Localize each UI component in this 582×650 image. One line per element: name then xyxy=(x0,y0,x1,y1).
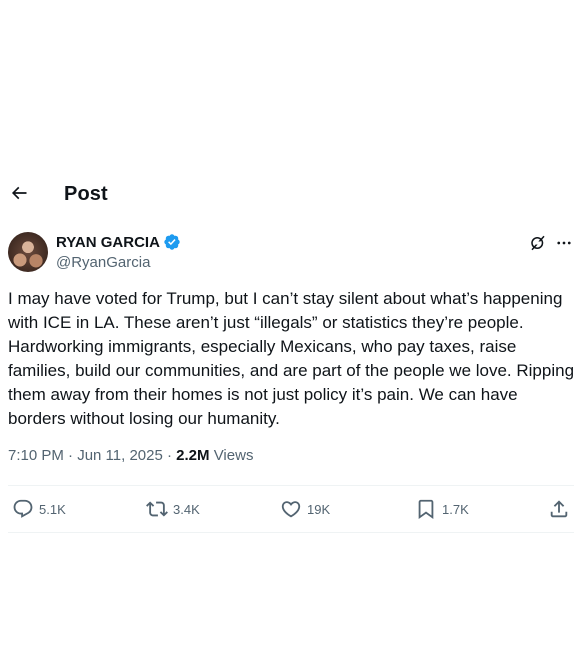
avatar[interactable] xyxy=(8,232,48,272)
like-count: 19K xyxy=(307,501,331,517)
post-text: I may have voted for Trump, but I can’t … xyxy=(8,289,579,428)
name-row: RYAN GARCIA xyxy=(56,233,181,251)
reply-icon xyxy=(13,499,33,518)
verified-badge-icon xyxy=(164,234,180,250)
views-label: Views xyxy=(209,447,254,464)
repost-button[interactable]: 3.4K xyxy=(146,498,200,520)
more-options-button[interactable] xyxy=(554,233,574,253)
views-count: 2.2M xyxy=(176,447,210,464)
divider xyxy=(8,532,574,533)
display-name[interactable]: RYAN GARCIA xyxy=(56,234,160,251)
heart-icon xyxy=(281,501,301,518)
reply-button[interactable]: 5.1K xyxy=(12,498,66,520)
author-handle[interactable]: @RyanGarcia xyxy=(56,254,150,271)
back-button[interactable] xyxy=(8,182,30,204)
grok-button[interactable] xyxy=(528,233,548,253)
repost-icon xyxy=(146,501,168,517)
repost-count: 3.4K xyxy=(173,501,200,517)
action-bar: 5.1K 3.4K 19K 1.7K xyxy=(8,486,574,532)
like-button[interactable]: 19K xyxy=(280,498,330,520)
bookmark-button[interactable]: 1.7K xyxy=(415,498,469,520)
meta-separator: · xyxy=(162,447,177,464)
more-horizontal-icon xyxy=(557,241,571,245)
page-title: Post xyxy=(64,183,108,205)
post-meta: 7:10 PM · Jun 11, 2025 · 2.2M Views xyxy=(8,447,253,464)
author-row: RYAN GARCIA @RyanGarcia xyxy=(8,232,574,274)
bookmark-icon xyxy=(418,499,434,520)
share-button[interactable] xyxy=(548,498,570,520)
reply-count: 5.1K xyxy=(39,501,66,517)
bookmark-count: 1.7K xyxy=(442,501,469,517)
arrow-left-icon xyxy=(11,186,27,200)
post-header: Post xyxy=(0,172,582,216)
share-icon xyxy=(550,500,568,518)
grok-icon xyxy=(531,235,545,251)
post-timestamp[interactable]: 7:10 PM · Jun 11, 2025 xyxy=(8,447,163,464)
